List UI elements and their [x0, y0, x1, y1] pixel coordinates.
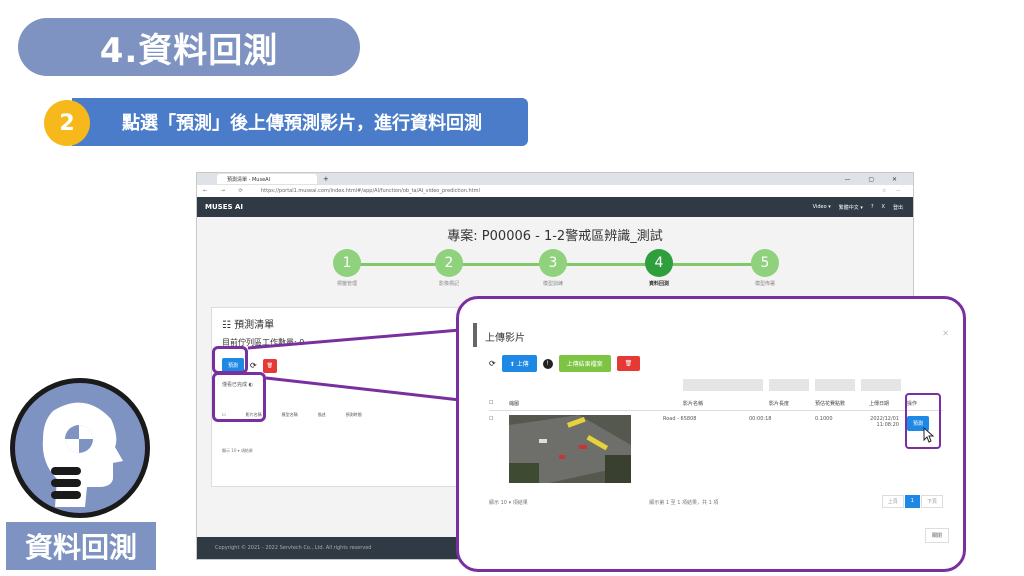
app-logo: MUSES AI — [205, 203, 243, 211]
app-menu: Video ▾ 繁體中文 ▾ ? X 登出 — [813, 204, 913, 211]
filter-cell[interactable] — [861, 379, 901, 391]
row-checkbox[interactable]: ☐ — [489, 416, 493, 422]
delete-icon[interactable]: 🗑 — [616, 356, 641, 371]
filter-cell[interactable] — [815, 379, 855, 391]
next-page-button[interactable]: 下頁 — [920, 495, 943, 508]
page-info: 顯示第 1 至 1 項結果，共 1 項 — [649, 500, 719, 506]
step-3[interactable]: 3 模型訓練 — [523, 249, 583, 287]
nav-arrows-icon[interactable]: ← → ⟳ — [197, 188, 257, 194]
modal-leftbar — [473, 323, 477, 347]
filter-cell[interactable] — [769, 379, 809, 391]
slide: 4.資料回測 點選「預測」後上傳預測影片，進行資料回測 2 預測清單 - Mus… — [0, 0, 1024, 576]
window-controls-icon[interactable]: — ▢ ✕ — [844, 176, 913, 183]
badge-label: 資料回測 — [4, 520, 158, 572]
step-instruction: 點選「預測」後上傳預測影片，進行資料回測 — [72, 98, 528, 146]
browser-tab[interactable]: 預測清單 - MuseAI — [217, 174, 317, 184]
modal-toolbar: ⟳ ⬆ 上傳 ! 上傳結果檔案 🗑 — [489, 355, 641, 372]
logout-link[interactable]: 登出 — [893, 204, 903, 211]
pager: 上頁 1 下頁 — [881, 495, 943, 508]
upload-results-button[interactable]: 上傳結果檔案 — [558, 355, 611, 372]
video-name: Road - 65808 — [663, 416, 697, 422]
queue-count: 目前佇列區工作數量: 0 — [222, 338, 305, 347]
step-2[interactable]: 2 影像標記 — [419, 249, 479, 287]
new-tab-icon[interactable]: + — [323, 175, 329, 183]
menu-language[interactable]: 繁體中文 ▾ — [839, 204, 863, 211]
prev-page-button[interactable]: 上頁 — [881, 495, 904, 508]
url-field[interactable]: https://portal1.museai.com/index.html#/a… — [257, 188, 882, 194]
video-thumbnail — [509, 415, 631, 483]
predict-button-highlight — [212, 346, 248, 374]
upload-table-header: ☐ 縮圖 影片名稱 影片長度 預估花費點數 上傳日期 操作 — [489, 397, 943, 411]
step-1[interactable]: 1 標籤管理 — [317, 249, 377, 287]
step-4[interactable]: 4 資料回測 — [629, 249, 689, 287]
slide-title: 4.資料回測 — [18, 18, 360, 76]
address-bar: ← → ⟳ https://portal1.museai.com/index.h… — [197, 185, 913, 197]
close-button[interactable]: 關閉 — [924, 528, 949, 543]
upload-video-modal: 上傳影片 ✕ ⟳ ⬆ 上傳 ! 上傳結果檔案 🗑 ☐ 縮圖 影片名稱 影片長度 … — [456, 296, 966, 572]
prediction-list-heading: ☷ 預測清單 — [222, 320, 275, 331]
table-row: ☐ Road - 65808 00:00:18 0.1000 2022/12/0… — [489, 413, 943, 487]
settings-icon[interactable]: X — [882, 204, 885, 211]
help-icon[interactable]: ? — [871, 204, 874, 211]
step-number-badge: 2 — [44, 100, 90, 146]
ai-head-icon — [10, 378, 150, 518]
page-1-button[interactable]: 1 — [904, 495, 920, 508]
refresh-icon[interactable]: ⟳ — [250, 361, 257, 370]
info-icon[interactable]: ! — [542, 358, 553, 369]
modal-page-size-select[interactable]: 顯示 10 ▾ 項結果 — [489, 500, 528, 506]
filter-cell[interactable] — [683, 379, 763, 391]
project-title: 專案: P00006 - 1-2警戒區辨識_測試 — [447, 229, 663, 244]
browser-tabbar: 預測清單 - MuseAI + — ▢ ✕ — [197, 173, 913, 185]
mouse-cursor-icon — [923, 427, 935, 443]
app-header: MUSES AI Video ▾ 繁體中文 ▾ ? X 登出 — [197, 197, 913, 217]
road-scene-icon — [509, 415, 631, 483]
browser-tab-title: 預測清單 - MuseAI — [227, 176, 271, 183]
browser-extensions-icon[interactable]: ☆ ⋯ — [882, 188, 913, 194]
column-filter-row — [683, 379, 901, 391]
filter-highlight — [212, 372, 266, 422]
close-icon[interactable]: ✕ — [942, 329, 949, 338]
upload-button[interactable]: ⬆ 上傳 — [501, 355, 537, 372]
upload-date: 2022/12/01 11:08:20 — [870, 416, 899, 428]
select-all-checkbox[interactable]: ☐ — [489, 400, 493, 406]
step-5[interactable]: 5 模型佈署 — [735, 249, 795, 287]
modal-pagination-info: 顯示 10 ▾ 項結果 顯示第 1 至 1 項結果，共 1 項 — [489, 499, 943, 506]
workflow-steps: 1 標籤管理 2 影像標記 3 模型訓練 4 資料回測 5 模型佈署 — [317, 249, 787, 297]
video-cost: 0.1000 — [815, 416, 833, 422]
prediction-toolbar: 預測 ⟳ 🗑 — [212, 348, 460, 373]
video-length: 00:00:18 — [749, 416, 772, 422]
delete-icon[interactable]: 🗑 — [262, 358, 278, 373]
menu-video[interactable]: Video ▾ — [813, 204, 831, 211]
page-size-select[interactable]: 顯示 10 ▾ 項結果 — [212, 418, 460, 454]
modal-title: 上傳影片 — [485, 333, 525, 344]
refresh-icon[interactable]: ⟳ — [489, 359, 496, 368]
